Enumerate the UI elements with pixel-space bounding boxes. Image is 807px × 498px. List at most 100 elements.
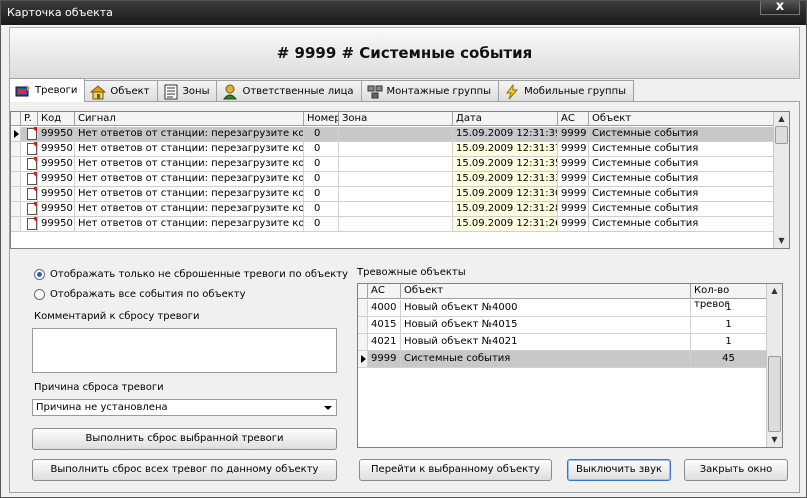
row-indicator [358,300,368,317]
cell-code: 999501 [38,142,75,157]
reset-comment-field[interactable] [32,328,337,373]
radio-unreset-label: Отображать только не сброшенные тревоги … [50,269,349,280]
cell-zone [339,157,453,172]
cell-ac: 4015 [368,317,401,334]
reset-reason-value: Причина не установлена [36,402,168,413]
goto-object-button[interactable]: Перейти к выбранному объекту [359,459,552,481]
radio-dot-checked[interactable] [34,269,45,280]
tab-alarms-label: Тревоги [35,85,78,96]
tab-responsible[interactable]: Ответственные лица [216,80,362,102]
cell-ac: 4021 [368,334,401,351]
scroll-thumb[interactable] [768,356,781,432]
cell-object: Системные события [589,127,779,142]
scroll-up-icon[interactable]: ▲ [767,284,782,298]
row-indicator [11,127,21,142]
tab-installers[interactable]: Монтажные группы [360,80,500,102]
tab-responsible-label: Ответственные лица [242,86,354,97]
cell-code: 999501 [38,172,75,187]
table-row[interactable]: 4015 Новый объект №4015 1 [358,317,767,334]
alarm-objects-grid[interactable]: АС Объект Кол-во тревог 4000 Новый объект… [357,283,783,448]
cell-object: Системные события [401,351,691,368]
close-window-button[interactable]: x [760,0,800,15]
close-window-bottom-button[interactable]: Закрыть окно [684,459,788,481]
page-title: # 9999 # Системные события [276,44,533,62]
cell-number: 0 [304,142,339,157]
row-indicator [11,157,21,172]
alarm-document-icon [27,203,37,215]
table-row[interactable]: 4000 Новый объект №4000 1 [358,300,767,317]
cell-code: 999501 [38,157,75,172]
cell-alarm-count: 1 [691,334,767,351]
table-row[interactable]: 999501Нет ответов от станции: перезагруз… [11,187,779,202]
cell-zone [339,202,453,217]
reset-selected-alarm-button[interactable]: Выполнить сброс выбранной тревоги [32,428,337,450]
cell-date: 15.09.2009 12:31:26 [453,217,558,232]
col-header-code[interactable]: Код [38,112,75,126]
reset-reason-select[interactable]: Причина не установлена [32,399,337,416]
alarm-objects-header: АС Объект Кол-во тревог [358,284,767,310]
col-header-ac[interactable]: АС [368,284,401,299]
cell-ac: 9999 [558,202,589,217]
alarm-document-icon [27,143,37,155]
installers-icon [367,85,383,98]
events-grid[interactable]: P. Код Сигнал Номер Зона Дата АС Объект … [10,111,790,249]
cell-object: Системные события [589,202,779,217]
radio-all-events[interactable]: Отображать все события по объекту [34,289,246,300]
cell-ac: 9999 [368,351,401,368]
cell-code: 999501 [38,187,75,202]
cell-zone [339,172,453,187]
alarm-objects-scrollbar[interactable]: ▲ ▼ [766,284,782,447]
row-priority [21,142,38,157]
col-header-zone[interactable]: Зона [339,112,453,126]
title-bar[interactable]: Карточка объекта x [1,0,806,25]
tab-object[interactable]: Объект [84,80,158,102]
table-row[interactable]: 999501Нет ответов от станции: перезагруз… [11,217,779,232]
tab-alarms[interactable]: Тревоги [9,78,86,102]
table-row[interactable]: 999501Нет ответов от станции: перезагруз… [11,172,779,187]
row-indicator-header [358,284,368,299]
col-header-p[interactable]: P. [21,112,38,126]
table-row[interactable]: 999501Нет ответов от станции: перезагруз… [11,127,779,142]
col-header-ac[interactable]: АС [558,112,589,126]
radio-unreset-alarms[interactable]: Отображать только не сброшенные тревоги … [34,269,348,280]
cell-date: 15.09.2009 12:31:39 [453,127,558,142]
events-grid-scrollbar[interactable]: ▲ ▼ [773,112,789,248]
cell-alarm-count: 45 [691,351,767,368]
row-indicator [358,351,368,368]
tab-mobile[interactable]: Мобильные группы [498,80,635,102]
scroll-up-icon[interactable]: ▲ [774,112,789,126]
row-priority [21,217,38,232]
col-header-alarm-count[interactable]: Кол-во тревог [691,284,767,310]
mute-sound-button[interactable]: Выключить звук [567,459,671,481]
table-row[interactable]: 999501Нет ответов от станции: перезагруз… [11,157,779,172]
reset-all-alarms-button[interactable]: Выполнить сброс всех тревог по данному о… [32,459,337,481]
scroll-thumb[interactable] [775,126,788,144]
radio-dot[interactable] [34,289,45,300]
row-indicator [11,217,21,232]
cell-date: 15.09.2009 12:31:33 [453,172,558,187]
tab-strip: Тревоги Объект Зоны Ответственные лица М… [9,78,635,102]
zones-icon [164,84,177,99]
cell-date: 15.09.2009 12:31:28 [453,202,558,217]
col-header-number[interactable]: Номер [304,112,339,126]
reset-comment-label: Комментарий к сбросу тревоги [34,311,200,322]
col-header-date[interactable]: Дата [453,112,558,126]
col-header-signal[interactable]: Сигнал [75,112,304,126]
cell-zone [339,127,453,142]
scroll-down-icon[interactable]: ▼ [774,234,789,248]
cell-date: 15.09.2009 12:31:35 [453,157,558,172]
cell-alarm-count: 1 [691,317,767,334]
alarm-document-icon [27,218,37,230]
table-row[interactable]: 999501Нет ответов от станции: перезагруз… [11,202,779,217]
table-row[interactable]: 4021 Новый объект №4021 1 [358,334,767,351]
cell-number: 0 [304,217,339,232]
scroll-down-icon[interactable]: ▼ [767,433,782,447]
current-row-arrow-icon [14,130,19,138]
chevron-down-icon[interactable] [324,406,332,410]
table-row[interactable]: 9999 Системные события 45 [358,351,767,368]
table-row[interactable]: 999501Нет ответов от станции: перезагруз… [11,142,779,157]
col-header-object[interactable]: Объект [401,284,691,299]
tab-zones[interactable]: Зоны [156,80,218,102]
cell-code: 999501 [38,127,75,142]
col-header-object[interactable]: Объект [589,112,779,126]
